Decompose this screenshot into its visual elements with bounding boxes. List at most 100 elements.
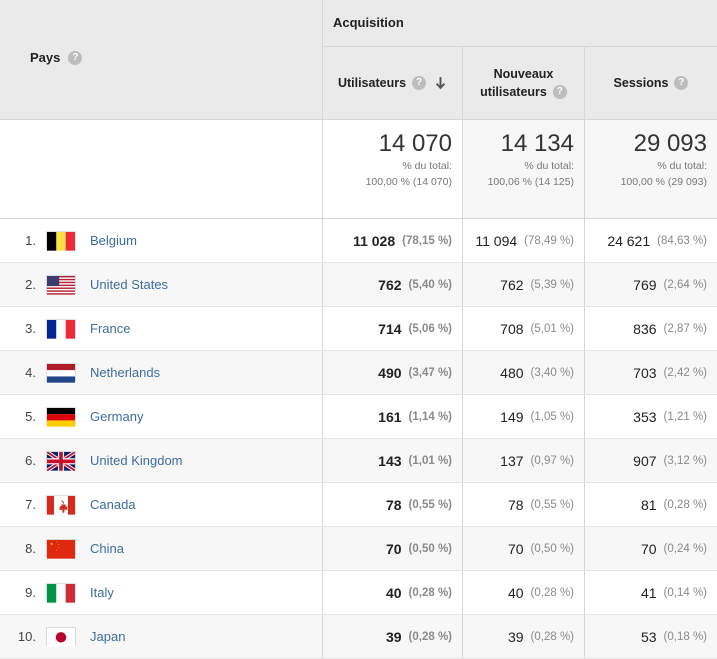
metric-value: 143 [378, 452, 402, 469]
metric-value: 490 [378, 364, 402, 381]
table-row[interactable]: 8. China 70 (0,50 %) 70 (0,50 %) 70 (0,24 %) [0, 527, 717, 571]
metric-percent: (0,28 %) [408, 630, 452, 643]
metric-percent: (1,05 %) [530, 410, 574, 423]
metric-percent: (5,40 %) [408, 278, 452, 291]
country-link[interactable]: Germany [90, 409, 143, 424]
acquisition-group-header: Acquisition [323, 0, 717, 47]
cell-sessions: 769 (2,64 %) [585, 263, 717, 306]
arrow-down-icon[interactable] [434, 76, 447, 91]
summary-dimension-cell [0, 120, 323, 218]
cell-nouveaux-utilisateurs: 137 (0,97 %) [463, 439, 585, 482]
cell-sessions: 70 (0,24 %) [585, 527, 717, 570]
column-header-label: Sessions [613, 76, 669, 90]
row-rank: 4. [25, 365, 36, 380]
row-dimension-cell: 9. Italy [0, 571, 323, 614]
metric-percent: (0,24 %) [663, 542, 707, 555]
country-link[interactable]: Netherlands [90, 365, 160, 380]
metric-value: 762 [500, 276, 524, 293]
row-rank: 6. [25, 453, 36, 468]
country-link[interactable]: United Kingdom [90, 453, 183, 468]
summary-row: 14 070 % du total: 100,00 % (14 070) 14 … [0, 120, 717, 219]
table-row[interactable]: 3. France 714 (5,06 %) 708 (5,01 %) 836 (2,87 %… [0, 307, 717, 351]
metric-percent: (0,55 %) [408, 498, 452, 511]
metric-percent: (3,47 %) [408, 366, 452, 379]
metric-value: 762 [378, 276, 402, 293]
metric-percent: (2,87 %) [663, 322, 707, 335]
metric-percent: (78,15 %) [402, 234, 452, 247]
help-icon[interactable]: ? [412, 76, 427, 90]
metric-value: 40 [385, 584, 402, 601]
cell-nouveaux-utilisateurs: 480 (3,40 %) [463, 351, 585, 394]
row-dimension-cell: 8. China [0, 527, 323, 570]
help-icon[interactable]: ? [552, 85, 567, 99]
cell-nouveaux-utilisateurs: 78 (0,55 %) [463, 483, 585, 526]
country-link[interactable]: Italy [90, 585, 114, 600]
metric-percent: (0,28 %) [530, 586, 574, 599]
country-acquisition-table: Pays ? Acquisition Utilisateurs ? Nouvea… [0, 0, 717, 659]
table-row[interactable]: 1. Belgium 11 028 (78,15 %) 11 094 (78,49 %) 2… [0, 219, 717, 263]
table-row[interactable]: 10. Japan 39 (0,28 %) 39 (0,28 %) 53 (0,18 %) [0, 615, 717, 659]
column-header-label: Utilisateurs [337, 76, 407, 90]
metric-value: 78 [385, 496, 402, 513]
row-rank: 3. [25, 321, 36, 336]
metric-value: 70 [385, 540, 402, 557]
metric-percent: (78,49 %) [524, 234, 574, 247]
summary-pct-detail: 100,00 % (29 093) [620, 176, 707, 188]
country-link[interactable]: France [90, 321, 130, 336]
row-dimension-cell: 6. United Kingdom [0, 439, 323, 482]
cell-nouveaux-utilisateurs: 39 (0,28 %) [463, 615, 585, 658]
metric-value: 70 [507, 540, 524, 557]
table-row[interactable]: 5. Germany 161 (1,14 %) 149 (1,05 %) 353 (1,21 … [0, 395, 717, 439]
metric-value: 769 [633, 276, 657, 293]
dimension-column-header[interactable]: Pays ? [0, 0, 323, 119]
metric-value: 708 [500, 320, 524, 337]
metric-value: 836 [633, 320, 657, 337]
country-link[interactable]: China [90, 541, 124, 556]
metric-percent: (0,50 %) [408, 542, 452, 555]
metric-percent: (3,40 %) [530, 366, 574, 379]
summary-value: 14 134 [500, 130, 574, 157]
country-link[interactable]: United States [90, 277, 168, 292]
cell-utilisateurs: 40 (0,28 %) [323, 571, 463, 614]
flag-china [46, 539, 76, 559]
acquisition-group-label: Acquisition [333, 15, 404, 30]
cell-sessions: 836 (2,87 %) [585, 307, 717, 350]
table-row[interactable]: 9. Italy 40 (0,28 %) 40 (0,28 %) 41 (0,14 %) [0, 571, 717, 615]
metric-value: 907 [633, 452, 657, 469]
metric-value: 149 [500, 408, 524, 425]
country-link[interactable]: Japan [90, 629, 125, 644]
metric-value: 714 [378, 320, 402, 337]
row-dimension-cell: 1. Belgium [0, 219, 323, 262]
summary-pct-detail: 100,00 % (14 070) [365, 176, 452, 188]
metric-value: 480 [500, 364, 524, 381]
summary-pct-label: % du total: [402, 160, 452, 172]
row-rank: 10. [17, 629, 36, 644]
table-row[interactable]: 2. United States 762 (5,40 %) 762 (5,39 %) 769… [0, 263, 717, 307]
metric-value: 41 [640, 584, 657, 601]
cell-nouveaux-utilisateurs: 11 094 (78,49 %) [463, 219, 585, 262]
summary-value: 14 070 [378, 130, 452, 157]
row-rank: 7. [25, 497, 36, 512]
table-row[interactable]: 7. Canada 78 (0,55 %) 78 (0,55 %) 81 (0,28 %) [0, 483, 717, 527]
row-dimension-cell: 4. Netherlands [0, 351, 323, 394]
column-header-nouveaux-utilisateurs[interactable]: Nouveaux utilisateurs ? [463, 47, 585, 119]
help-icon[interactable]: ? [68, 50, 83, 65]
row-dimension-cell: 2. United States [0, 263, 323, 306]
dimension-header-label: Pays [30, 50, 61, 65]
table-row[interactable]: 6. United Kingdom 143 (1,01 %) 137 (0,97 %) 90… [0, 439, 717, 483]
metric-value: 353 [633, 408, 657, 425]
table-row[interactable]: 4. Netherlands 490 (3,47 %) 480 (3,40 %) 703 (2… [0, 351, 717, 395]
cell-utilisateurs: 762 (5,40 %) [323, 263, 463, 306]
metric-percent: (0,97 %) [530, 454, 574, 467]
country-link[interactable]: Belgium [90, 233, 137, 248]
summary-cell-sessions: 29 093 % du total: 100,00 % (29 093) [585, 120, 717, 218]
cell-utilisateurs: 39 (0,28 %) [323, 615, 463, 658]
column-header-sessions[interactable]: Sessions ? [585, 47, 717, 119]
country-link[interactable]: Canada [90, 497, 136, 512]
metric-value: 11 094 [475, 232, 518, 249]
flag-italy [46, 583, 76, 603]
column-header-utilisateurs[interactable]: Utilisateurs ? [323, 47, 463, 119]
cell-nouveaux-utilisateurs: 40 (0,28 %) [463, 571, 585, 614]
help-icon[interactable]: ? [674, 76, 689, 90]
metric-percent: (84,63 %) [657, 234, 707, 247]
